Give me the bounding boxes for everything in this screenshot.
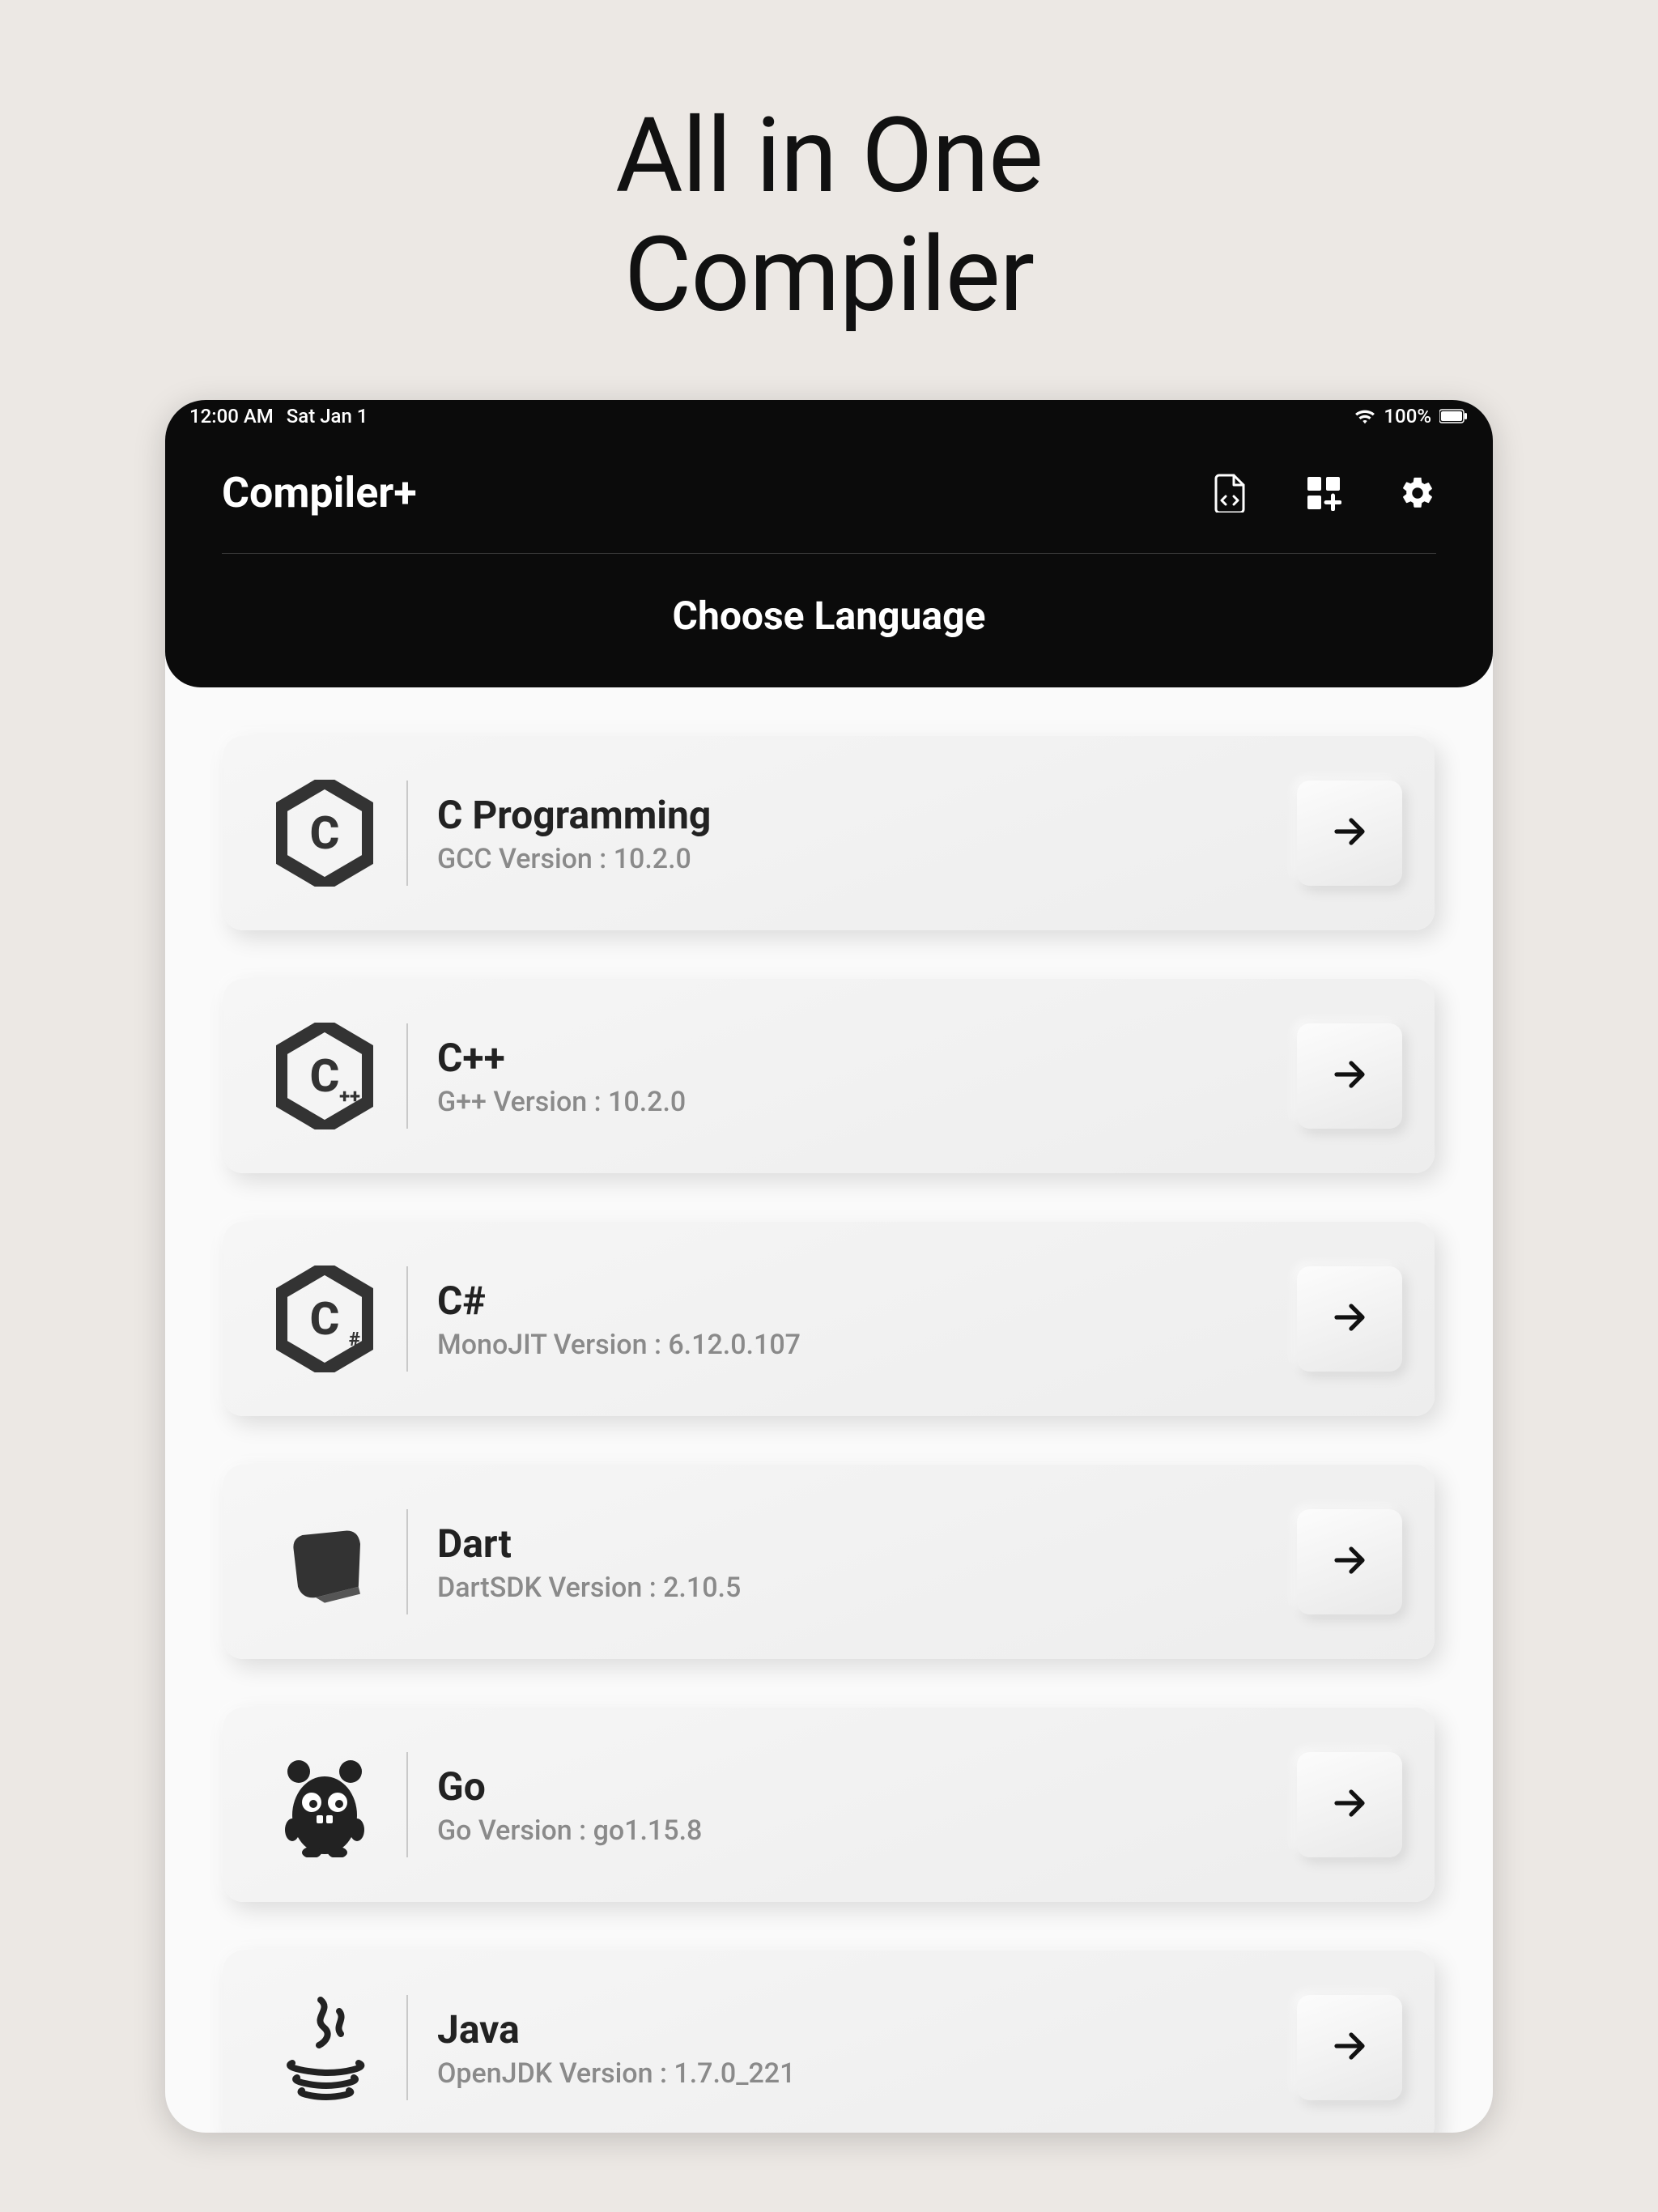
page-title-line2: Compiler bbox=[624, 215, 1034, 336]
language-text: C# MonoJIT Version : 6.12.0.107 bbox=[437, 1278, 1297, 1361]
divider bbox=[406, 781, 408, 886]
language-text: Go Go Version : go1.15.8 bbox=[437, 1763, 1297, 1847]
settings-gear-icon[interactable] bbox=[1399, 474, 1436, 512]
open-language-button[interactable] bbox=[1297, 1752, 1402, 1857]
app-title: Compiler+ bbox=[222, 468, 417, 517]
c-icon: C bbox=[264, 780, 385, 887]
language-card-cpp[interactable]: C ++ C++ G++ Version : 10.2.0 bbox=[223, 979, 1435, 1173]
language-name: Java bbox=[437, 2006, 1297, 2052]
arrow-right-icon bbox=[1330, 1055, 1369, 1097]
language-subtitle: MonoJIT Version : 6.12.0.107 bbox=[437, 1329, 1297, 1361]
language-subtitle: Go Version : go1.15.8 bbox=[437, 1814, 1297, 1847]
language-name: C++ bbox=[437, 1035, 1297, 1081]
language-subtitle: DartSDK Version : 2.10.5 bbox=[437, 1572, 1297, 1604]
arrow-right-icon bbox=[1330, 2027, 1369, 2069]
go-icon bbox=[264, 1752, 385, 1857]
language-card-c[interactable]: C C Programming GCC Version : 10.2.0 bbox=[223, 736, 1435, 930]
status-battery-text: 100% bbox=[1384, 405, 1431, 428]
wifi-icon bbox=[1354, 408, 1375, 424]
language-subtitle: GCC Version : 10.2.0 bbox=[437, 843, 1297, 875]
divider bbox=[406, 1995, 408, 2100]
app-header: Compiler+ bbox=[165, 432, 1493, 687]
open-language-button[interactable] bbox=[1297, 1023, 1402, 1129]
open-language-button[interactable] bbox=[1297, 1266, 1402, 1372]
divider bbox=[406, 1509, 408, 1614]
language-text: C Programming GCC Version : 10.2.0 bbox=[437, 792, 1297, 875]
language-card-java[interactable]: Java OpenJDK Version : 1.7.0_221 bbox=[223, 1950, 1435, 2133]
language-list: C C Programming GCC Version : 10.2.0 C +… bbox=[165, 687, 1493, 2133]
language-name: Go bbox=[437, 1763, 1297, 1810]
cpp-icon: C ++ bbox=[264, 1023, 385, 1129]
open-language-button[interactable] bbox=[1297, 1995, 1402, 2100]
arrow-right-icon bbox=[1330, 1541, 1369, 1583]
grid-add-icon[interactable] bbox=[1305, 474, 1342, 512]
page-title-line1: All in One bbox=[615, 96, 1043, 217]
java-icon bbox=[264, 1995, 385, 2100]
status-time: 12:00 AM bbox=[189, 405, 274, 428]
status-bar: 12:00 AM Sat Jan 1 100% bbox=[165, 400, 1493, 432]
csharp-icon: C # bbox=[264, 1266, 385, 1372]
language-subtitle: OpenJDK Version : 1.7.0_221 bbox=[437, 2057, 1297, 2090]
language-subtitle: G++ Version : 10.2.0 bbox=[437, 1086, 1297, 1118]
open-language-button[interactable] bbox=[1297, 781, 1402, 886]
language-card-dart[interactable]: Dart DartSDK Version : 2.10.5 bbox=[223, 1465, 1435, 1659]
language-card-go[interactable]: Go Go Version : go1.15.8 bbox=[223, 1708, 1435, 1902]
section-title: Choose Language bbox=[222, 554, 1436, 639]
language-name: C# bbox=[437, 1278, 1297, 1324]
language-text: Java OpenJDK Version : 1.7.0_221 bbox=[437, 2006, 1297, 2090]
language-name: C Programming bbox=[437, 792, 1297, 838]
dart-icon bbox=[264, 1517, 385, 1606]
arrow-right-icon bbox=[1330, 1298, 1369, 1340]
divider bbox=[406, 1023, 408, 1129]
divider bbox=[406, 1752, 408, 1857]
code-file-icon[interactable] bbox=[1211, 474, 1248, 512]
language-name: Dart bbox=[437, 1521, 1297, 1567]
divider bbox=[406, 1266, 408, 1372]
arrow-right-icon bbox=[1330, 812, 1369, 854]
open-language-button[interactable] bbox=[1297, 1509, 1402, 1614]
arrow-right-icon bbox=[1330, 1784, 1369, 1826]
battery-icon bbox=[1439, 409, 1469, 423]
page-title: All in One Compiler bbox=[0, 0, 1658, 335]
language-text: Dart DartSDK Version : 2.10.5 bbox=[437, 1521, 1297, 1604]
language-card-csharp[interactable]: C # C# MonoJIT Version : 6.12.0.107 bbox=[223, 1222, 1435, 1416]
language-text: C++ G++ Version : 10.2.0 bbox=[437, 1035, 1297, 1118]
status-date: Sat Jan 1 bbox=[287, 405, 368, 428]
device-frame: 12:00 AM Sat Jan 1 100% Compiler+ bbox=[165, 400, 1493, 2133]
